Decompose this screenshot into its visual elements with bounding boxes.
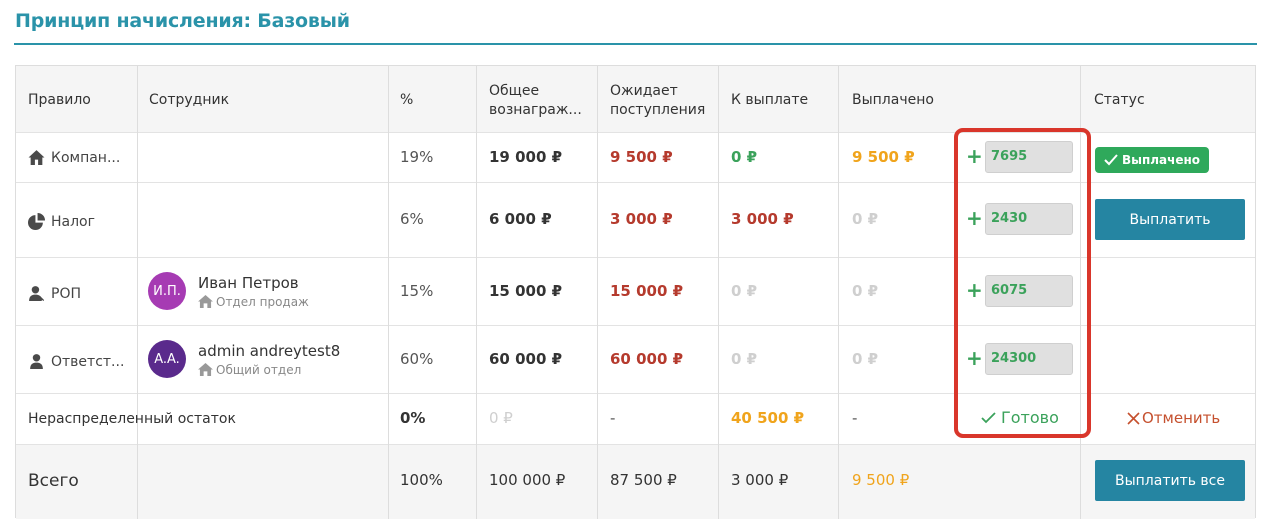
rule-label: Ответст... xyxy=(51,353,125,370)
title-underline xyxy=(14,43,1257,45)
remainder-paid: - xyxy=(852,409,858,427)
header-expected: Ожидает поступления xyxy=(610,83,706,118)
page-title: Принцип начисления: Базовый xyxy=(15,10,350,32)
paid-cell: 9 500 ₽ xyxy=(852,148,915,166)
expected-cell: 9 500 ₽ xyxy=(610,148,673,166)
col-divider xyxy=(388,66,389,519)
header-paid: Выплачено xyxy=(852,92,934,108)
percent-cell: 15% xyxy=(400,282,434,300)
percent-cell: 19% xyxy=(400,148,434,166)
col-divider xyxy=(718,66,719,519)
percent-cell: 6% xyxy=(400,210,424,228)
remainder-to-pay: 40 500 ₽ xyxy=(731,409,805,427)
cancel-label: Отменить xyxy=(1142,409,1221,427)
status-badge: Выплачено xyxy=(1095,147,1209,173)
rule-label: Компан... xyxy=(51,149,121,166)
employee-name[interactable]: admin andreytest8 xyxy=(198,342,340,360)
expected-cell: 60 000 ₽ xyxy=(610,350,684,368)
col-divider xyxy=(476,66,477,519)
rule-responsible: Ответст... xyxy=(28,353,124,370)
highlight-frame xyxy=(954,128,1091,438)
employee-department: Отдел продаж xyxy=(198,295,309,309)
cancel-button[interactable]: Отменить xyxy=(1127,409,1220,427)
header-percent: % xyxy=(400,92,414,108)
remainder-label: Нераспределенный остаток xyxy=(28,411,236,427)
row-divider xyxy=(16,444,1255,445)
to-pay-cell: 0 ₽ xyxy=(731,148,758,166)
pay-all-button[interactable]: Выплатить все xyxy=(1095,460,1245,501)
user-icon xyxy=(30,354,43,369)
totals-expected: 87 500 ₽ xyxy=(610,471,677,489)
header-to-pay: К выплате xyxy=(731,92,809,108)
total-cell: 15 000 ₽ xyxy=(489,282,563,300)
department-label: Общий отдел xyxy=(216,362,302,377)
department-label: Отдел продаж xyxy=(216,294,309,309)
header-status: Статус xyxy=(1094,92,1145,108)
employee-department: Общий отдел xyxy=(198,363,340,377)
header-rule: Правило xyxy=(28,92,91,108)
total-cell: 19 000 ₽ xyxy=(489,148,563,166)
remainder-percent: 0% xyxy=(400,409,426,427)
col-divider xyxy=(838,66,839,519)
paid-cell: 0 ₽ xyxy=(852,282,879,300)
check-icon xyxy=(1104,154,1118,166)
col-divider xyxy=(597,66,598,519)
totals-label: Всего xyxy=(28,471,79,491)
home-icon xyxy=(198,363,213,376)
user-tie-icon xyxy=(29,286,44,301)
to-pay-cell: 0 ₽ xyxy=(731,282,758,300)
remainder-total: 0 ₽ xyxy=(489,409,513,427)
paid-cell: 0 ₽ xyxy=(852,210,879,228)
total-cell: 60 000 ₽ xyxy=(489,350,563,368)
totals-paid: 9 500 ₽ xyxy=(852,471,910,489)
paid-cell: 0 ₽ xyxy=(852,350,879,368)
pay-button[interactable]: Выплатить xyxy=(1095,199,1245,240)
employee-name[interactable]: Иван Петров xyxy=(198,274,309,292)
close-icon xyxy=(1127,411,1140,425)
percent-cell: 60% xyxy=(400,350,434,368)
expected-cell: 15 000 ₽ xyxy=(610,282,684,300)
remainder-expected: - xyxy=(610,409,616,427)
totals-percent: 100% xyxy=(400,471,443,489)
header-total: Общее вознаграж... xyxy=(489,83,582,118)
avatar: И.П. xyxy=(148,272,186,310)
total-cell: 6 000 ₽ xyxy=(489,210,552,228)
header-employee: Сотрудник xyxy=(149,92,230,108)
employee-cell: A.A. admin andreytest8 Общий отдел xyxy=(148,340,340,378)
pie-chart-icon xyxy=(28,213,45,230)
rule-tax: Налог xyxy=(28,213,95,230)
col-divider xyxy=(137,66,138,519)
to-pay-cell: 3 000 ₽ xyxy=(731,210,794,228)
expected-cell: 3 000 ₽ xyxy=(610,210,673,228)
totals-total: 100 000 ₽ xyxy=(489,471,566,489)
payout-table: Правило Сотрудник % Общее вознаграж... О… xyxy=(15,65,1256,519)
status-badge-label: Выплачено xyxy=(1121,153,1201,167)
rule-label: РОП xyxy=(51,285,81,302)
avatar: A.A. xyxy=(148,340,186,378)
rule-label: Налог xyxy=(51,213,95,230)
totals-to-pay: 3 000 ₽ xyxy=(731,471,789,489)
to-pay-cell: 0 ₽ xyxy=(731,350,758,368)
rule-company: Компан... xyxy=(28,149,120,166)
home-icon xyxy=(28,150,45,165)
employee-cell: И.П. Иван Петров Отдел продаж xyxy=(148,272,309,310)
rule-rop: РОП xyxy=(28,285,81,302)
home-icon xyxy=(198,295,213,308)
